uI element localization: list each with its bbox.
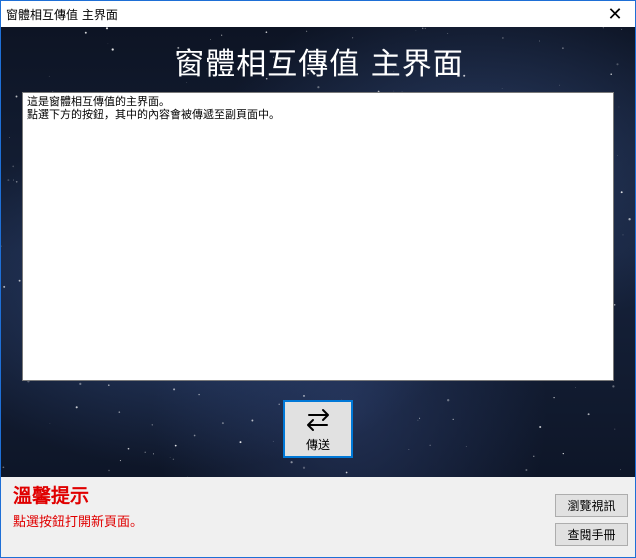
star xyxy=(628,218,631,221)
star xyxy=(465,445,467,447)
view-manual-button[interactable]: 查閱手冊 xyxy=(555,523,628,546)
star xyxy=(118,411,121,413)
star xyxy=(187,476,189,477)
star xyxy=(617,155,618,156)
star xyxy=(18,279,21,282)
star xyxy=(559,84,560,86)
star xyxy=(306,30,308,32)
content-textarea[interactable]: 這是窗體相互傳值的主界面。 點選下方的按鈕，其中的內容會被傳遞至副頁面中。 xyxy=(22,92,614,381)
star xyxy=(105,27,109,30)
star xyxy=(151,424,154,426)
swap-arrows-icon xyxy=(307,408,329,431)
star xyxy=(587,413,590,416)
star xyxy=(2,466,5,469)
star xyxy=(169,457,171,458)
star xyxy=(562,452,564,455)
star xyxy=(345,471,348,474)
star xyxy=(533,455,535,457)
window-title: 窗體相互傳值 主界面 xyxy=(6,8,118,22)
star xyxy=(525,469,528,471)
star xyxy=(575,386,576,388)
star xyxy=(127,447,130,450)
star xyxy=(174,444,177,447)
star xyxy=(107,384,110,387)
star xyxy=(108,469,110,472)
star xyxy=(429,444,431,446)
title-bar[interactable]: 窗體相互傳值 主界面 ✕ xyxy=(1,1,635,27)
star xyxy=(15,180,18,183)
star xyxy=(198,393,200,396)
star xyxy=(553,396,555,399)
star xyxy=(447,399,450,402)
star xyxy=(152,453,155,455)
star xyxy=(417,419,419,421)
star xyxy=(12,165,15,168)
star xyxy=(265,31,268,34)
star xyxy=(612,385,615,388)
star xyxy=(614,428,616,430)
star xyxy=(622,234,624,236)
star xyxy=(173,388,176,391)
tip-heading: 溫馨提示 xyxy=(13,485,90,507)
star xyxy=(15,95,18,98)
star xyxy=(9,136,10,138)
star xyxy=(1,245,2,247)
star xyxy=(447,33,449,35)
star xyxy=(618,106,620,108)
star xyxy=(613,304,616,306)
star xyxy=(75,406,78,409)
star xyxy=(49,423,51,424)
star xyxy=(119,460,121,462)
star xyxy=(620,191,623,194)
send-button-label: 傳送 xyxy=(305,437,330,452)
star xyxy=(415,30,417,31)
star xyxy=(79,382,82,386)
star xyxy=(302,466,306,469)
close-icon[interactable]: ✕ xyxy=(595,1,635,27)
star xyxy=(317,86,320,89)
page-title: 窗體相互傳值 主界面 xyxy=(174,47,464,82)
star xyxy=(251,419,254,422)
browse-video-button[interactable]: 瀏覽視訊 xyxy=(555,494,628,517)
star xyxy=(602,27,604,29)
star xyxy=(239,441,242,444)
star xyxy=(193,434,196,437)
star xyxy=(303,395,305,397)
star xyxy=(172,458,175,460)
star xyxy=(144,451,146,453)
star xyxy=(12,179,14,181)
star xyxy=(272,440,274,442)
star xyxy=(419,417,421,419)
star xyxy=(7,179,10,182)
star xyxy=(278,403,280,406)
star xyxy=(421,27,424,30)
star xyxy=(424,27,426,29)
main-window: 窗體相互傳值 主界面 ✕ 窗體相互傳值 主界面 這是窗體相互傳值的主界面。 點選… xyxy=(0,0,636,558)
star xyxy=(3,285,6,288)
star xyxy=(221,422,224,425)
star xyxy=(619,469,622,471)
star xyxy=(501,88,503,89)
star xyxy=(621,28,623,30)
star xyxy=(452,418,454,421)
send-button[interactable]: 傳送 xyxy=(283,400,353,458)
star xyxy=(290,461,293,464)
star xyxy=(84,31,87,34)
tip-text: 點選按鈕打開新頁面。 xyxy=(13,515,144,530)
star xyxy=(221,34,223,36)
star xyxy=(539,425,542,429)
star xyxy=(408,449,410,450)
